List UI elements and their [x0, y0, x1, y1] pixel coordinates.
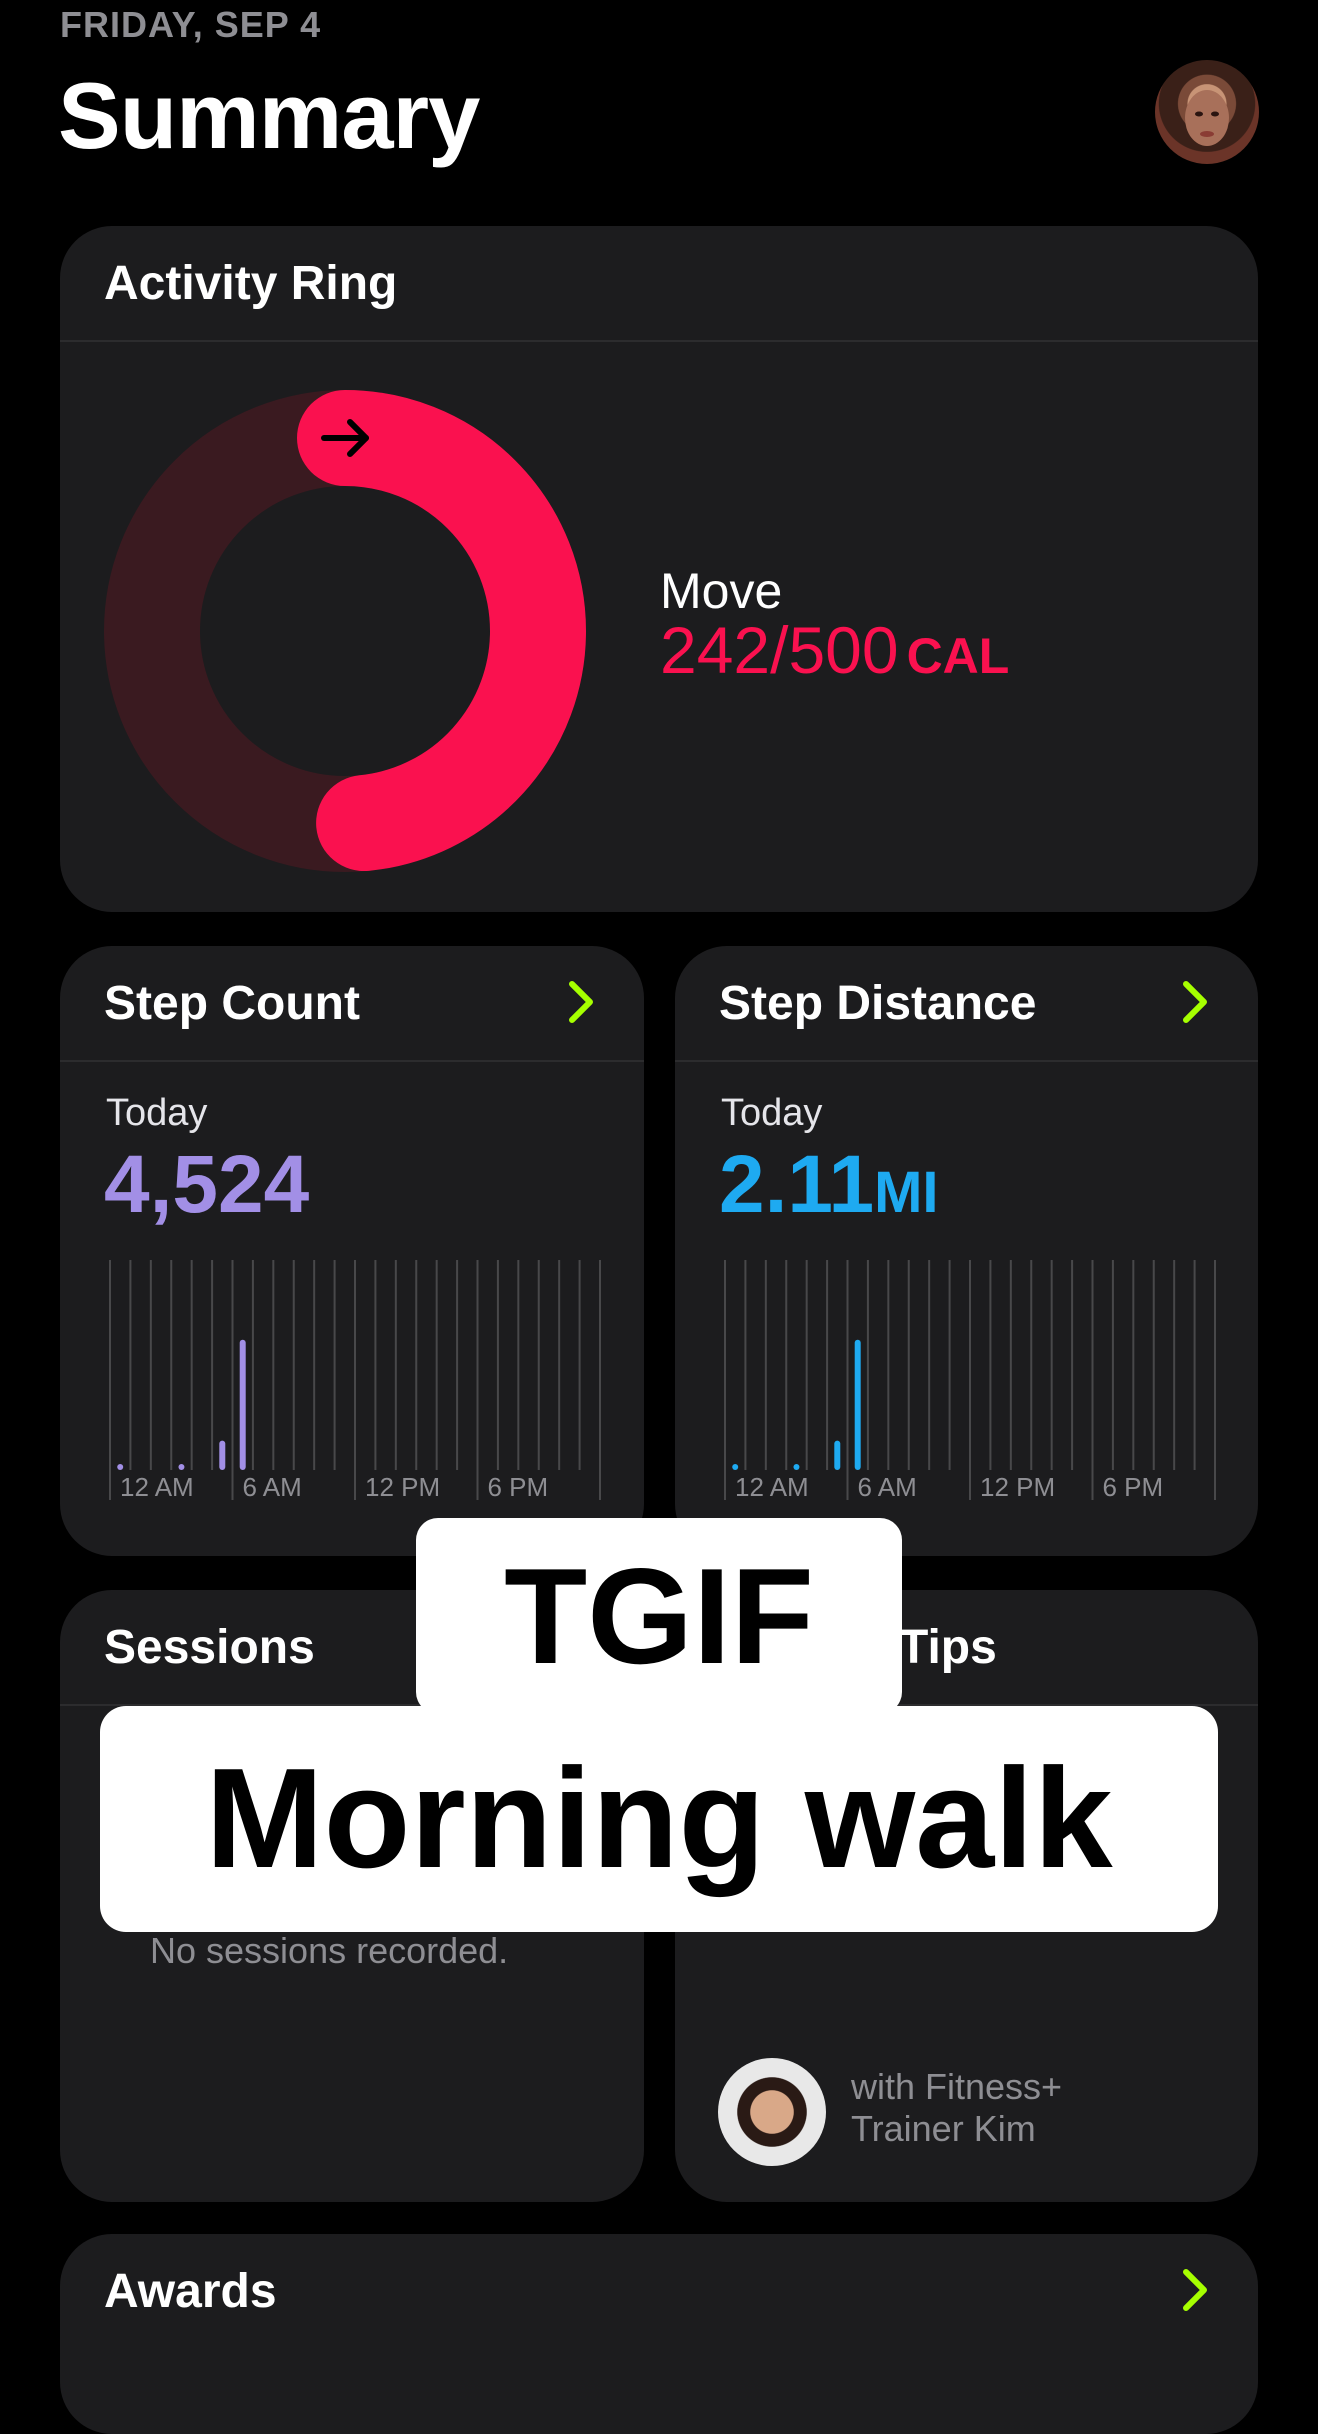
profile-avatar[interactable]: [1155, 60, 1259, 164]
today-label: Today: [106, 1092, 208, 1134]
chart-bar: [178, 1464, 185, 1470]
step-count-card[interactable]: Step Count Today 4,524 12 AM 6 AM 12 PM 6 P…: [60, 946, 644, 1556]
chart-x-label: 6 AM: [243, 1472, 302, 1500]
step-distance-card[interactable]: Step Distance Today 2.11MI 12 AM 6 AM 12 P…: [675, 946, 1258, 1556]
chart-bar: [117, 1464, 124, 1470]
chart-bar: [239, 1339, 246, 1470]
date-label: FRIDAY, SEP 4: [60, 4, 322, 45]
activity-ring-card[interactable]: Activity Ring: [60, 226, 1258, 912]
distance-unit: MI: [874, 1160, 939, 1225]
move-ring: [104, 390, 586, 872]
tips-subtitle-line2: Trainer Kim: [851, 2108, 1036, 2149]
card-header: Step Count: [60, 946, 644, 1062]
tips-subtitle-line1: with Fitness+: [851, 2066, 1063, 2107]
step-distance-chart: 12 AM 6 AM 12 PM 6 PM: [724, 1260, 1216, 1500]
chart-x-label: 12 AM: [120, 1472, 194, 1500]
step-count-value: 4,524: [104, 1139, 310, 1230]
card-title: Step Count: [104, 977, 360, 1030]
chevron-right-icon[interactable]: [1176, 974, 1216, 1030]
move-value: 242/500 CAL: [660, 612, 1009, 688]
card-header: Awards: [60, 2234, 1258, 2348]
chart-x-label: 6 AM: [858, 1472, 917, 1500]
step-count-chart: 12 AM 6 AM 12 PM 6 PM: [109, 1260, 601, 1500]
page-title: Summary: [58, 63, 480, 168]
card-title: Awards: [104, 2265, 277, 2318]
caption-tgif: TGIF: [416, 1518, 902, 1714]
chart-x-label: 6 PM: [488, 1472, 549, 1500]
card-header: Activity Ring: [60, 226, 1258, 342]
chart-bar: [732, 1464, 739, 1470]
chart-x-label: 12 PM: [980, 1472, 1055, 1500]
chart-bar: [834, 1440, 841, 1470]
card-title: Step Distance: [719, 977, 1037, 1030]
caption-morning-walk: Morning walk: [100, 1706, 1218, 1932]
awards-card[interactable]: Awards: [60, 2234, 1258, 2434]
card-header: Step Distance: [675, 946, 1258, 1062]
chart-bar: [854, 1339, 861, 1470]
step-distance-value: 2.11MI: [719, 1138, 939, 1232]
move-unit: CAL: [906, 628, 1010, 684]
tips-subtitle: with Fitness+ Trainer Kim: [851, 2066, 1062, 2150]
move-value-number: 242/500: [660, 613, 899, 687]
no-sessions-text: No sessions recorded.: [150, 1930, 509, 1971]
card-title: Tips: [899, 1621, 997, 1674]
distance-number: 2.11: [719, 1139, 875, 1230]
chart-bar: [793, 1464, 800, 1470]
chart-x-label: 12 PM: [365, 1472, 440, 1500]
today-label: Today: [721, 1092, 823, 1134]
chart-x-label: 12 AM: [735, 1472, 809, 1500]
chart-x-label: 6 PM: [1103, 1472, 1164, 1500]
chevron-right-icon[interactable]: [562, 974, 602, 1030]
card-title: Activity Ring: [104, 257, 398, 310]
avatar-face-icon: [1185, 90, 1229, 146]
trainer-avatar: [718, 2058, 826, 2166]
chart-bar: [219, 1440, 226, 1470]
chevron-right-icon[interactable]: [1176, 2262, 1216, 2318]
card-title: Sessions: [104, 1621, 315, 1674]
